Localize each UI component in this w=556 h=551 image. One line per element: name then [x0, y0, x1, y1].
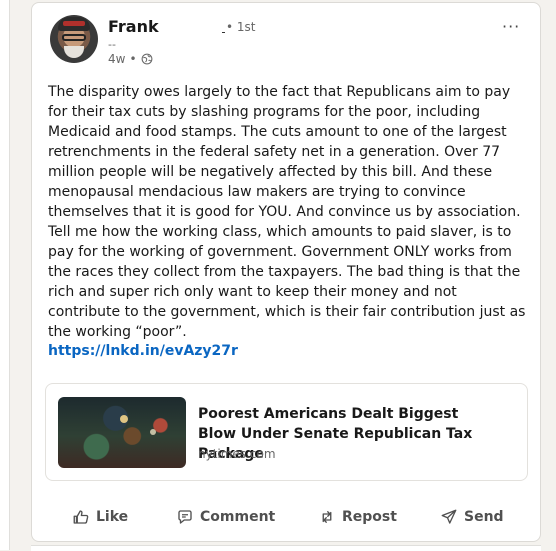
- article-source: nytimes.com: [198, 447, 276, 461]
- post-body-text: The disparity owes largely to the fact t…: [48, 84, 526, 340]
- thumbnail-light: [120, 415, 128, 423]
- send-icon: [441, 509, 457, 524]
- post-link[interactable]: https://lnkd.in/evAzy27r: [48, 343, 238, 359]
- author-name[interactable]: Frank: [108, 17, 159, 36]
- repost-label: Repost: [342, 509, 397, 525]
- author-headline: --: [108, 38, 116, 51]
- author-avatar[interactable]: [50, 15, 98, 63]
- next-post-edge: [31, 545, 541, 551]
- avatar-beard: [64, 46, 84, 58]
- send-button[interactable]: Send: [440, 499, 504, 535]
- repost-button[interactable]: Repost: [318, 499, 397, 535]
- article-thumbnail[interactable]: [58, 397, 186, 468]
- comment-label: Comment: [200, 509, 276, 525]
- thumbnail-light-secondary: [150, 429, 156, 435]
- more-options-icon[interactable]: ···: [502, 17, 520, 36]
- name-tick-mark: [222, 32, 225, 33]
- post-timestamp: 4w: [108, 52, 126, 66]
- social-actions-bar: Like Comment Repost Send: [32, 499, 540, 535]
- comment-button[interactable]: Comment: [176, 499, 275, 535]
- feed-post-card: Frank • 1st -- 4w • ··· The disparity ow…: [31, 2, 541, 542]
- avatar-cap-band: [63, 21, 85, 26]
- connection-degree: • 1st: [226, 20, 256, 34]
- like-label: Like: [96, 509, 129, 525]
- like-button[interactable]: Like: [72, 499, 128, 535]
- post-meta: 4w •: [108, 52, 153, 66]
- repost-icon: [322, 511, 332, 523]
- send-label: Send: [464, 509, 504, 525]
- article-preview[interactable]: Poorest Americans Dealt Biggest Blow Und…: [45, 383, 528, 481]
- thumbs-up-icon: [73, 510, 89, 524]
- avatar-glasses: [62, 34, 86, 41]
- globe-icon: [141, 53, 152, 65]
- comment-icon: [178, 510, 192, 524]
- left-panel-edge: [0, 0, 10, 550]
- meta-separator: •: [129, 52, 137, 66]
